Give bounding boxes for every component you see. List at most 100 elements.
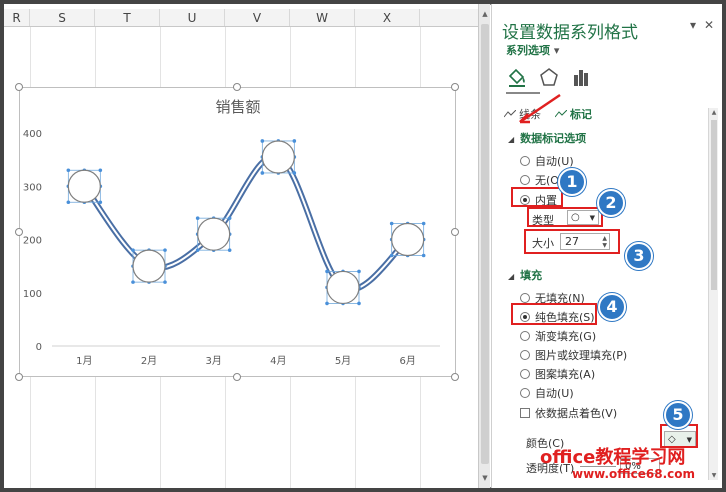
marker-handle (389, 253, 394, 258)
y-tick-label: 400 (23, 129, 42, 140)
marker-handle (227, 216, 232, 220)
column-header[interactable]: T (95, 9, 160, 26)
step-badge: 3 (625, 242, 653, 270)
auto-fill-option[interactable]: 自动(U) (520, 385, 574, 401)
radio-icon (520, 369, 530, 379)
vary-colors-option[interactable]: 依数据点着色(V) (520, 405, 617, 421)
column-header[interactable]: X (355, 9, 420, 26)
marker-auto-option[interactable]: 自动(U) (520, 153, 574, 169)
marker-handle (292, 139, 297, 143)
panel-options-icon[interactable]: ▾ (690, 18, 696, 32)
radio-icon (520, 331, 530, 341)
marker-handle (195, 248, 200, 252)
close-icon[interactable]: ✕ (704, 18, 714, 32)
radio-icon (520, 350, 530, 360)
marker-handle (325, 301, 329, 306)
step-badge: 4 (598, 293, 626, 321)
x-tick-label: 5月 (335, 355, 351, 367)
scroll-thumb[interactable] (711, 120, 717, 290)
resize-handle[interactable] (15, 228, 23, 236)
radio-icon (520, 293, 530, 303)
marker-handle (66, 200, 71, 205)
picture-fill-label: 图片或纹理填充(P) (535, 349, 628, 362)
marker-handle (163, 280, 167, 284)
marker-handle (421, 253, 426, 258)
vary-colors-label: 依数据点着色(V) (535, 407, 618, 420)
scroll-down-icon[interactable]: ▼ (479, 472, 491, 484)
x-tick-label: 2月 (141, 355, 157, 367)
marker-handle (66, 168, 71, 173)
marker-handle (389, 221, 394, 226)
resize-handle[interactable] (15, 83, 23, 91)
tab-selected-indicator (506, 92, 540, 94)
marker-handle (325, 269, 329, 274)
marker-options-heading[interactable]: ◢ 数据标记选项 (508, 130, 586, 146)
marker-handle (163, 248, 167, 252)
scroll-up-icon[interactable]: ▲ (479, 8, 491, 20)
marker-handle (357, 301, 361, 306)
gradient-fill-label: 渐变填充(G) (535, 330, 597, 343)
pattern-fill-label: 图案填充(A) (535, 368, 596, 381)
tab-marker[interactable]: 标记 (555, 106, 592, 122)
column-header[interactable]: U (160, 9, 225, 26)
resize-handle[interactable] (451, 83, 459, 91)
fill-heading-label: 填充 (520, 269, 543, 282)
marker-handle (421, 221, 426, 226)
sheet-scrollbar[interactable]: ▲ ▼ (478, 4, 490, 488)
resize-handle[interactable] (451, 228, 459, 236)
highlight-box (524, 229, 620, 254)
scroll-down-icon[interactable]: ▼ (709, 472, 719, 479)
column-header[interactable]: V (225, 9, 290, 26)
resize-handle[interactable] (451, 373, 459, 381)
marker-handle (357, 269, 361, 274)
chevron-down-icon: ▾ (553, 44, 560, 57)
pattern-fill-option[interactable]: 图案填充(A) (520, 366, 595, 382)
fill-line-icon[interactable] (506, 66, 528, 88)
x-tick-label: 3月 (205, 355, 221, 367)
marker-none-option[interactable]: 无(O) (520, 172, 563, 188)
marker-handle (260, 139, 265, 143)
series-options-bar-icon[interactable] (570, 66, 592, 88)
fill-heading[interactable]: ◢ 填充 (508, 267, 542, 283)
panel-scrollbar[interactable]: ▲ ▼ (708, 108, 718, 480)
column-header[interactable]: R (4, 9, 30, 26)
series-options-dropdown[interactable]: 系列选项 ▾ (506, 42, 559, 58)
column-headers: R S T U V W X (4, 9, 478, 27)
checkbox-icon (520, 408, 530, 418)
marker-line-icon (555, 110, 567, 118)
watermark-text: office教程学习网 (540, 447, 686, 468)
x-tick-label: 1月 (76, 355, 92, 367)
line-icon (504, 110, 516, 118)
highlight-box (511, 303, 597, 325)
y-tick-label: 300 (23, 182, 42, 193)
series-options-label: 系列选项 (506, 44, 550, 57)
auto-fill-label: 自动(U) (535, 387, 574, 400)
scroll-thumb[interactable] (481, 24, 489, 464)
line-chart[interactable]: 销售额 0 100 200 300 400 1月 2月 3月 4月 5月 6月 (19, 87, 456, 377)
data-point-marker (326, 270, 360, 305)
effects-pentagon-icon[interactable] (538, 66, 560, 88)
data-point-marker (391, 222, 425, 257)
y-tick-label: 0 (36, 342, 42, 353)
resize-handle[interactable] (15, 373, 23, 381)
column-header[interactable]: S (30, 9, 95, 26)
step-badge: 5 (664, 401, 692, 429)
x-tick-label: 4月 (270, 355, 286, 367)
resize-handle[interactable] (233, 83, 241, 91)
picture-fill-option[interactable]: 图片或纹理填充(P) (520, 347, 627, 363)
highlight-box (511, 187, 563, 207)
tab-line-label: 线条 (519, 108, 541, 121)
chart-svg: 销售额 0 100 200 300 400 1月 2月 3月 4月 5月 6月 (23, 98, 440, 367)
tab-line[interactable]: 线条 (504, 106, 541, 122)
chart-title: 销售额 (215, 98, 260, 116)
scroll-up-icon[interactable]: ▲ (709, 109, 719, 116)
panel-title: 设置数据系列格式 (502, 23, 638, 43)
marker-handle (98, 200, 103, 205)
collapse-icon: ◢ (508, 135, 515, 144)
marker-handle (195, 216, 200, 220)
column-header[interactable]: W (290, 9, 355, 26)
resize-handle[interactable] (233, 373, 241, 381)
x-tick-label: 6月 (399, 355, 415, 367)
y-tick-label: 100 (23, 289, 42, 300)
gradient-fill-option[interactable]: 渐变填充(G) (520, 328, 596, 344)
